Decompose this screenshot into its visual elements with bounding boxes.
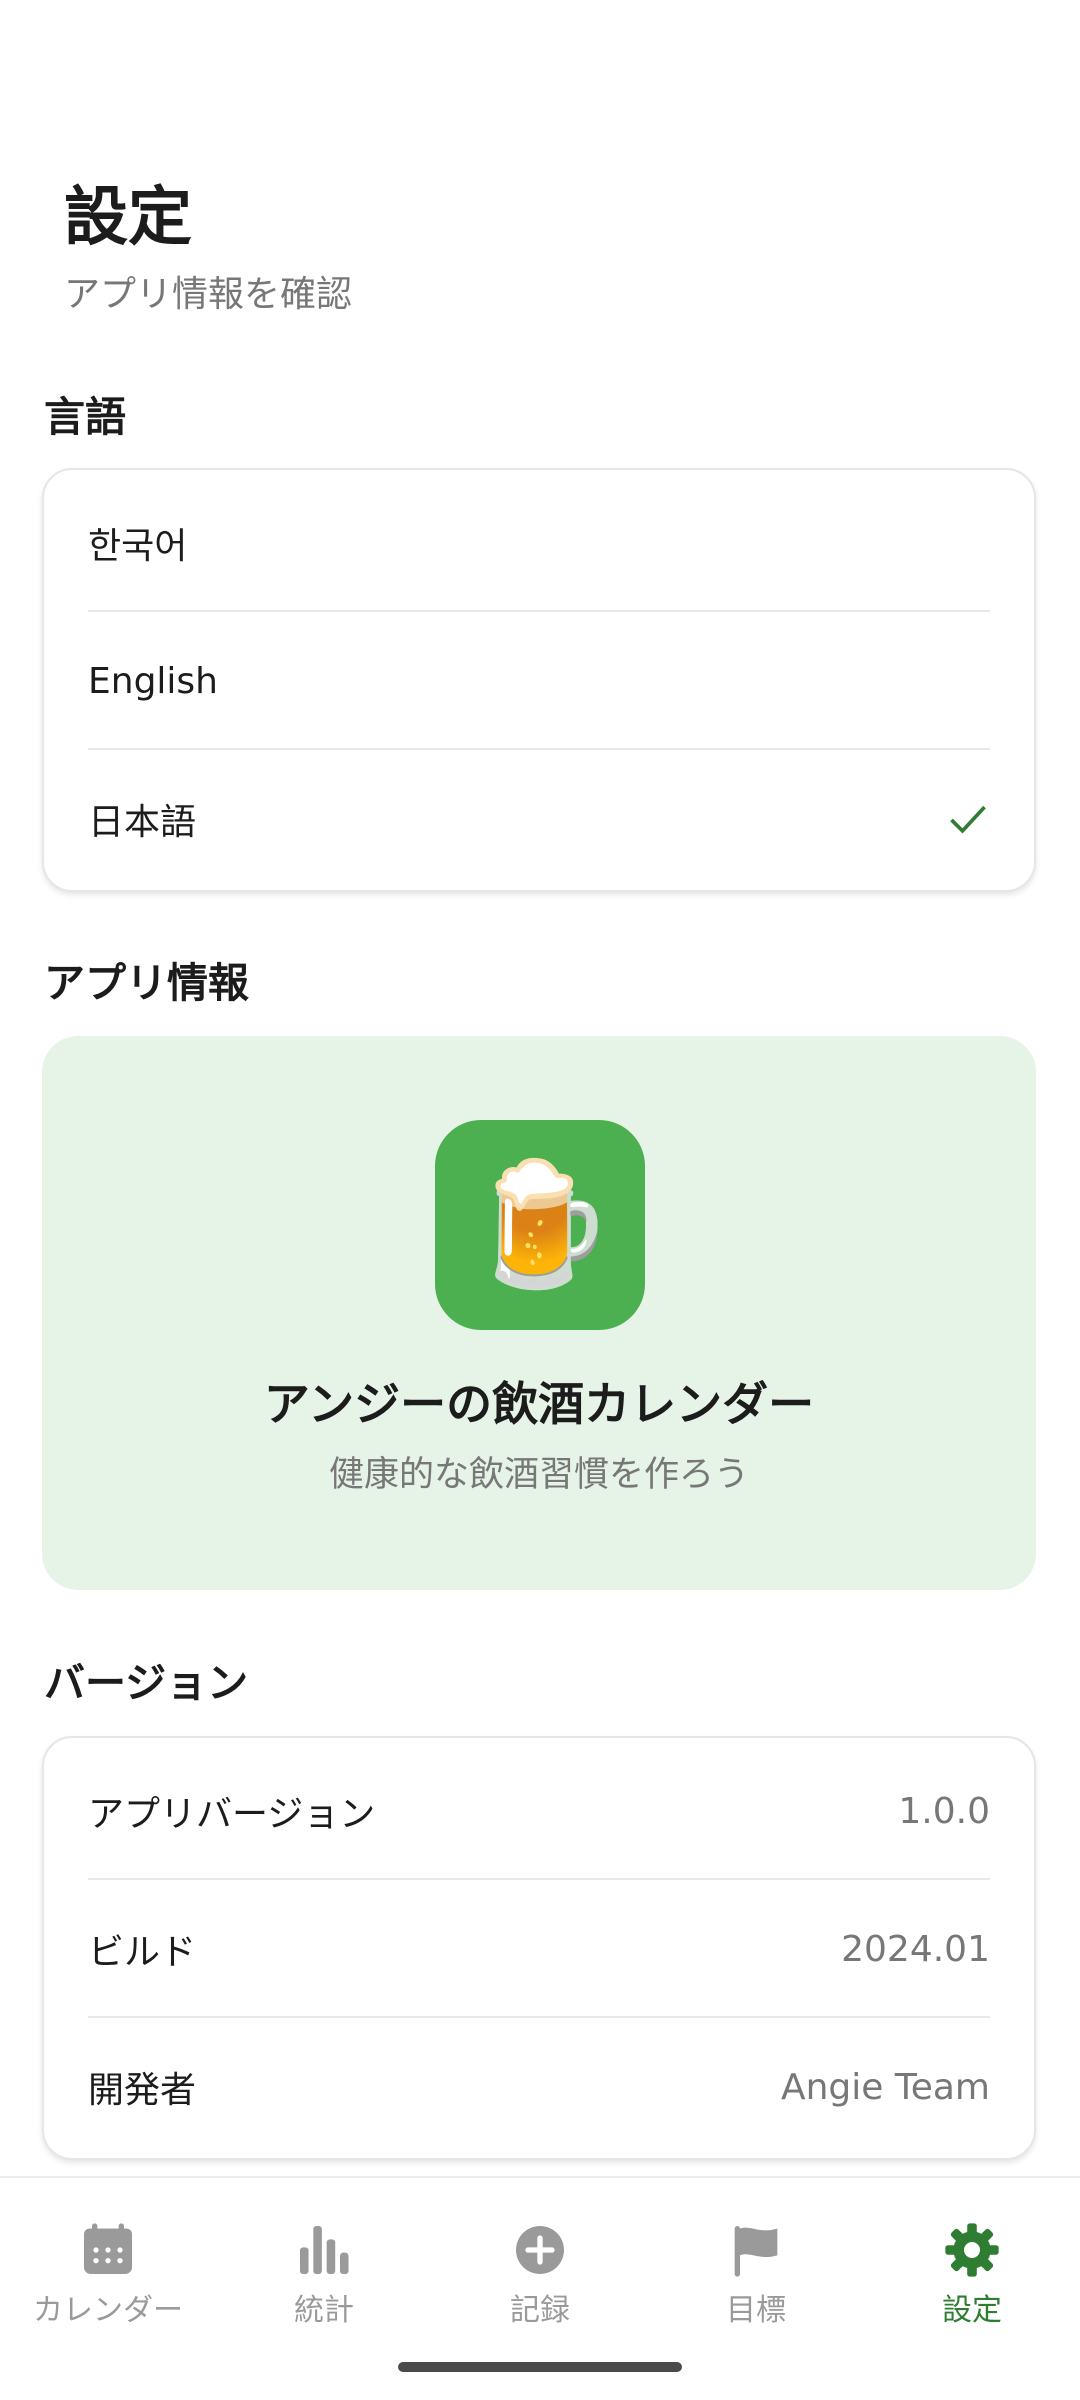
flag-icon xyxy=(734,2226,778,2277)
nav-label: 記録 xyxy=(510,2293,570,2328)
home-indicator[interactable] xyxy=(398,2362,682,2372)
page-title: 設定 xyxy=(64,181,192,255)
nav-label: 統計 xyxy=(294,2293,354,2328)
language-option-english[interactable]: English xyxy=(88,612,990,750)
nav-item-calendar[interactable]: カレンダー xyxy=(0,2218,216,2330)
version-row-build: ビルド 2024.01 xyxy=(88,1880,990,2018)
row-label: ビルド xyxy=(88,1932,197,1973)
language-option-label: 한국어 xyxy=(88,526,188,567)
gear-icon xyxy=(945,2223,999,2277)
page-subtitle: アプリ情報を確認 xyxy=(64,274,353,315)
app-info-card: 🍺 アンジーの飲酒カレンダー 健康的な飲酒習慣を作ろう xyxy=(42,1036,1036,1590)
row-value: 1.0.0 xyxy=(898,1790,990,1832)
language-section-title: 言語 xyxy=(44,393,126,441)
bar-chart-icon xyxy=(300,2226,349,2274)
language-card: 한국어 English 日本語 xyxy=(42,468,1036,892)
nav-item-goal[interactable]: 目標 xyxy=(648,2218,864,2330)
version-section-title: バージョン xyxy=(44,1659,249,1707)
language-option-label: 日本語 xyxy=(88,802,197,843)
row-label: アプリバージョン xyxy=(88,1794,376,1835)
calendar-icon xyxy=(84,2223,132,2274)
nav-label: 目標 xyxy=(726,2293,786,2328)
nav-label: カレンダー xyxy=(33,2293,183,2328)
version-row-developer: 開発者 Angie Team xyxy=(88,2018,990,2156)
add-circle-icon xyxy=(516,2226,564,2274)
beer-mug-icon: 🍺 xyxy=(465,1155,615,1294)
app-tagline: 健康的な飲酒習慣を作ろう xyxy=(328,1455,749,1495)
row-label: 開発者 xyxy=(88,2070,197,2111)
version-row-app-version: アプリバージョン 1.0.0 xyxy=(88,1742,990,1880)
language-option-korean[interactable]: 한국어 xyxy=(88,474,990,612)
nav-item-record[interactable]: 記録 xyxy=(432,2218,648,2330)
version-card: アプリバージョン 1.0.0 ビルド 2024.01 開発者 Angie Tea… xyxy=(42,1736,1036,2160)
nav-item-stats[interactable]: 統計 xyxy=(216,2218,432,2330)
language-option-label: English xyxy=(88,660,218,702)
app-info-section-title: アプリ情報 xyxy=(44,959,249,1007)
nav-label: 設定 xyxy=(942,2293,1002,2328)
row-value: Angie Team xyxy=(780,2066,990,2108)
nav-item-settings[interactable]: 設定 xyxy=(864,2218,1080,2330)
row-value: 2024.01 xyxy=(841,1928,990,1970)
language-option-japanese[interactable]: 日本語 xyxy=(88,750,990,888)
app-icon: 🍺 xyxy=(435,1120,645,1330)
check-icon xyxy=(950,805,986,834)
app-name: アンジーの飲酒カレンダー xyxy=(263,1377,815,1431)
